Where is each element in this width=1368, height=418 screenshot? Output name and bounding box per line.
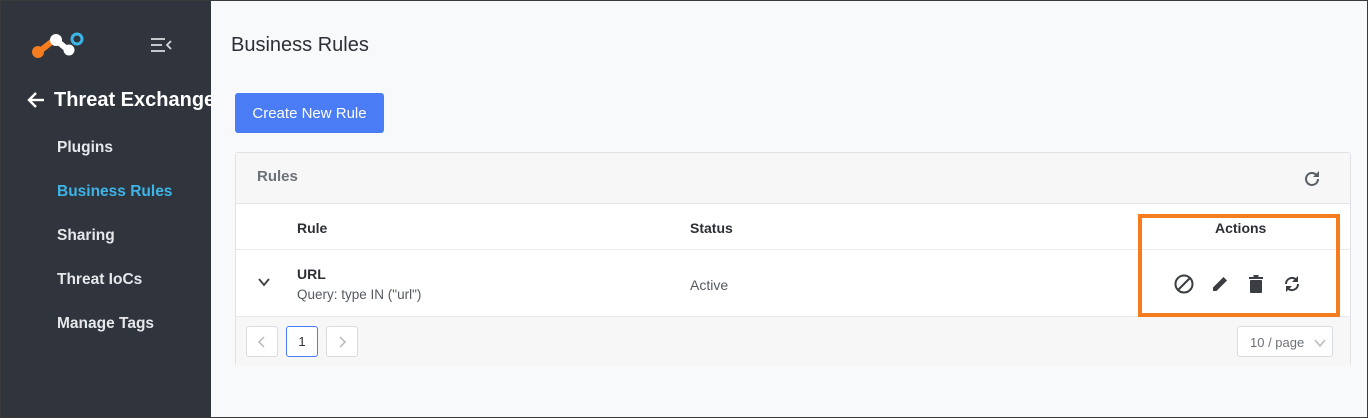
sidebar-item-business-rules[interactable]: Business Rules — [57, 181, 172, 225]
edit-icon[interactable] — [1209, 273, 1231, 295]
chevron-down-icon[interactable] — [256, 274, 272, 290]
main-content: Business Rules Create New Rule Rules Rul… — [211, 0, 1368, 418]
table-footer: 1 10 / page — [236, 317, 1350, 366]
chevron-left-icon — [257, 335, 265, 348]
column-header-actions: Actions — [1215, 220, 1267, 236]
rule-name: URL — [297, 266, 326, 282]
next-page-button[interactable] — [326, 326, 358, 357]
section-title: Threat Exchange — [54, 88, 216, 111]
sync-icon[interactable] — [1281, 273, 1303, 295]
page-title: Business Rules — [231, 34, 369, 56]
card-title: Rules — [257, 168, 298, 185]
sidebar-item-sharing[interactable]: Sharing — [57, 225, 172, 269]
column-header-status: Status — [690, 220, 733, 236]
rule-query: Query: type IN ("url") — [297, 287, 422, 302]
disable-icon[interactable] — [1173, 273, 1195, 295]
card-header: Rules — [236, 153, 1350, 204]
arrow-left-icon — [27, 92, 44, 108]
chevron-right-icon — [339, 335, 347, 348]
sidebar-item-manage-tags[interactable]: Manage Tags — [57, 313, 172, 357]
page-size-select[interactable]: 10 / page — [1237, 326, 1333, 357]
rule-status: Active — [690, 277, 729, 293]
sidebar: Threat Exchange Plugins Business Rules S… — [0, 0, 215, 418]
menu-collapse-icon[interactable] — [150, 37, 172, 53]
column-header-rule: Rule — [297, 220, 328, 236]
page-size-value: 10 / page — [1250, 335, 1305, 350]
refresh-icon[interactable] — [1302, 169, 1322, 189]
sidebar-item-threat-iocs[interactable]: Threat IoCs — [57, 269, 172, 313]
create-new-rule-button[interactable]: Create New Rule — [235, 93, 384, 133]
back-to-threat-exchange[interactable]: Threat Exchange — [26, 86, 215, 114]
table-header: Rule Status Actions — [236, 205, 1350, 250]
sidebar-item-plugins[interactable]: Plugins — [57, 137, 172, 181]
table-row: URL Query: type IN ("url") Active — [236, 250, 1350, 317]
sidebar-nav: Plugins Business Rules Sharing Threat Io… — [57, 137, 172, 357]
page-number-button[interactable]: 1 — [286, 326, 318, 357]
rules-card: Rules Rule Status Actions URL Query: typ… — [235, 152, 1351, 366]
delete-icon[interactable] — [1245, 273, 1267, 295]
chevron-down-icon — [1314, 339, 1326, 348]
previous-page-button[interactable] — [246, 326, 278, 357]
logo-icon[interactable] — [30, 30, 84, 60]
